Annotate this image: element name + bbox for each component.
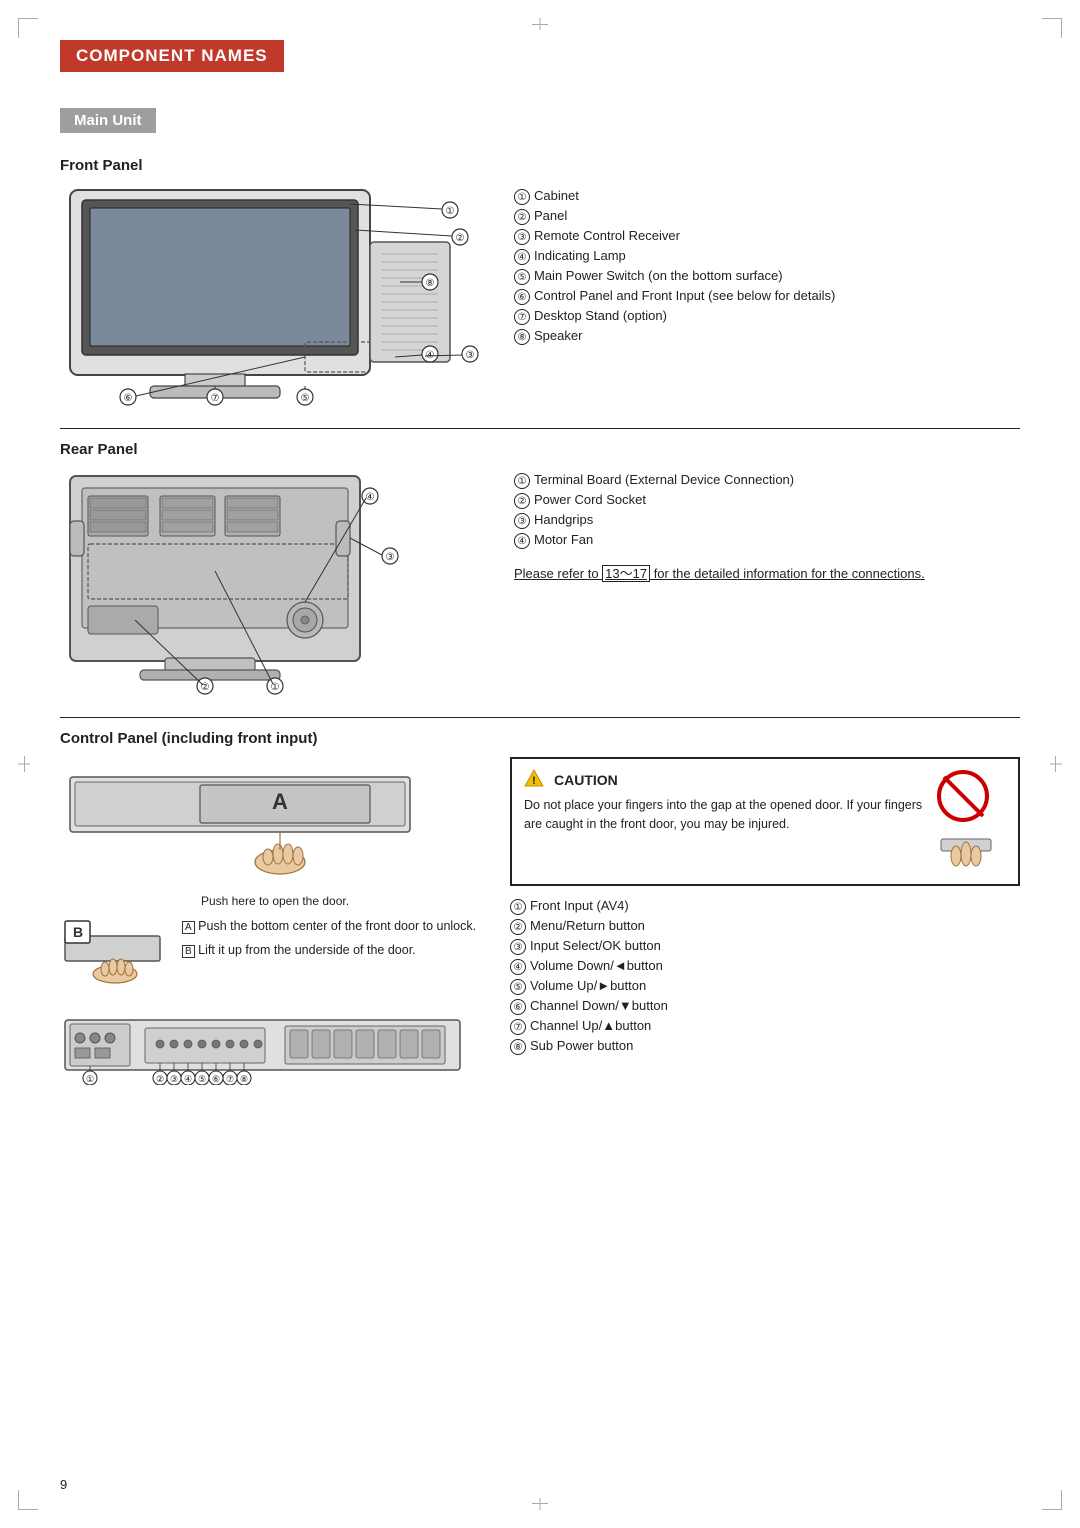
svg-text:④: ④ bbox=[184, 1074, 192, 1084]
crosshair-right-v bbox=[1055, 756, 1056, 772]
control-panel-two-col: A Push here to open the door. bbox=[60, 757, 1020, 1088]
prohibition-icon bbox=[936, 769, 1006, 874]
ctrl-item-4: ④Volume Down/◄button bbox=[510, 958, 1020, 975]
front-item-2: ②Panel bbox=[514, 208, 1020, 225]
control-panel-section: Control Panel (including front input) A bbox=[60, 730, 1020, 1088]
control-panel-list: ①Front Input (AV4) ②Menu/Return button ③… bbox=[510, 898, 1020, 1055]
control-panel-right: ! CAUTION Do not place your fingers into… bbox=[510, 757, 1020, 1088]
front-item-7: ⑦Desktop Stand (option) bbox=[514, 308, 1020, 325]
front-panel-svg: ① ② ⑧ ④ ③ ⑥ bbox=[60, 182, 480, 407]
component-names-banner: COMPONENT NAMES bbox=[60, 40, 284, 72]
front-item-8: ⑧Speaker bbox=[514, 328, 1020, 345]
svg-text:④: ④ bbox=[366, 492, 375, 503]
ctrl-item-2: ②Menu/Return button bbox=[510, 918, 1020, 935]
b-section: B A Push the bottom center of the front … bbox=[60, 916, 490, 996]
ctrl-item-7: ⑦Channel Up/▲button bbox=[510, 1018, 1020, 1035]
crosshair-bottom-h bbox=[532, 1503, 548, 1504]
rear-item-4: ④Motor Fan bbox=[514, 532, 1020, 549]
ctrl-item-5: ⑤Volume Up/►button bbox=[510, 978, 1020, 995]
svg-text:⑤: ⑤ bbox=[198, 1074, 206, 1084]
page-number: 9 bbox=[60, 1477, 67, 1492]
svg-text:③: ③ bbox=[466, 350, 475, 361]
corner-mark-br bbox=[1042, 1490, 1062, 1510]
front-panel-items: ①Cabinet ②Panel ③Remote Control Receiver… bbox=[514, 182, 1020, 410]
rear-panel-title: Rear Panel bbox=[60, 441, 1020, 458]
svg-text:⑧: ⑧ bbox=[426, 278, 435, 289]
crosshair-right-h bbox=[1050, 764, 1062, 765]
caution-title: ! CAUTION bbox=[524, 769, 926, 790]
corner-mark-bl bbox=[18, 1490, 38, 1510]
svg-text:③: ③ bbox=[170, 1074, 178, 1084]
crosshair-bottom-v bbox=[540, 1498, 541, 1510]
rear-panel-svg: ④ ③ ② ① bbox=[60, 466, 440, 696]
door-a-svg: A bbox=[60, 757, 470, 887]
divider-2 bbox=[60, 717, 1020, 718]
crosshair-left-v bbox=[24, 756, 25, 772]
svg-text:A: A bbox=[272, 789, 288, 814]
svg-text:①: ① bbox=[86, 1074, 94, 1084]
main-unit-banner: Main Unit bbox=[60, 108, 156, 133]
page: COMPONENT NAMES Main Unit Front Panel bbox=[0, 0, 1080, 1528]
door-instructions: A Push the bottom center of the front do… bbox=[182, 916, 476, 960]
svg-text:⑦: ⑦ bbox=[226, 1074, 234, 1084]
svg-text:②: ② bbox=[456, 233, 465, 244]
svg-text:⑤: ⑤ bbox=[301, 393, 310, 404]
bottom-panel-svg: ① ② ③ ④ ⑤ ⑥ ⑦ ⑧ bbox=[60, 1010, 470, 1085]
svg-text:⑧: ⑧ bbox=[240, 1074, 248, 1084]
control-panel-left: A Push here to open the door. bbox=[60, 757, 490, 1088]
corner-mark-tl bbox=[18, 18, 38, 38]
caution-triangle-icon: ! bbox=[524, 769, 544, 790]
rear-item-2: ②Power Cord Socket bbox=[514, 492, 1020, 509]
svg-text:B: B bbox=[73, 924, 83, 940]
rear-panel-diagram-area: ④ ③ ② ① bbox=[60, 466, 490, 699]
svg-text:①: ① bbox=[271, 682, 280, 693]
svg-text:⑥: ⑥ bbox=[212, 1074, 220, 1084]
push-door-text: Push here to open the door. bbox=[60, 894, 490, 908]
rear-panel-note: Please refer to 13～17 for the detailed i… bbox=[514, 563, 1020, 582]
front-panel-list: ①Cabinet ②Panel ③Remote Control Receiver… bbox=[514, 188, 1020, 345]
rear-panel-list: ①Terminal Board (External Device Connect… bbox=[514, 472, 1020, 549]
bottom-panel-area: ① ② ③ ④ ⑤ ⑥ ⑦ ⑧ bbox=[60, 1010, 490, 1088]
divider-1 bbox=[60, 428, 1020, 429]
front-item-6: ⑥Control Panel and Front Input (see belo… bbox=[514, 288, 1020, 305]
front-panel-diagram-area: ① ② ⑧ ④ ③ ⑥ bbox=[60, 182, 490, 410]
svg-text:!: ! bbox=[532, 775, 536, 787]
svg-text:⑥: ⑥ bbox=[124, 393, 133, 404]
rear-item-3: ③Handgrips bbox=[514, 512, 1020, 529]
rear-panel-section: ④ ③ ② ① ①Terminal Board (External Device… bbox=[60, 466, 1020, 699]
caution-text: Do not place your fingers into the gap a… bbox=[524, 796, 926, 834]
ctrl-item-6: ⑥Channel Down/▼button bbox=[510, 998, 1020, 1015]
front-panel-section: ① ② ⑧ ④ ③ ⑥ bbox=[60, 182, 1020, 410]
front-item-3: ③Remote Control Receiver bbox=[514, 228, 1020, 245]
svg-text:③: ③ bbox=[386, 552, 395, 563]
rear-panel-items: ①Terminal Board (External Device Connect… bbox=[514, 466, 1020, 699]
front-item-5: ⑤Main Power Switch (on the bottom surfac… bbox=[514, 268, 1020, 285]
corner-mark-tr bbox=[1042, 18, 1062, 38]
ctrl-item-1: ①Front Input (AV4) bbox=[510, 898, 1020, 915]
caution-box: ! CAUTION Do not place your fingers into… bbox=[510, 757, 1020, 886]
door-b-svg: B bbox=[60, 916, 170, 996]
front-item-4: ④Indicating Lamp bbox=[514, 248, 1020, 265]
svg-text:⑦: ⑦ bbox=[211, 393, 220, 404]
ctrl-item-3: ③Input Select/OK button bbox=[510, 938, 1020, 955]
ctrl-item-8: ⑧Sub Power button bbox=[510, 1038, 1020, 1055]
svg-text:①: ① bbox=[446, 206, 455, 217]
svg-text:②: ② bbox=[156, 1074, 164, 1084]
front-item-1: ①Cabinet bbox=[514, 188, 1020, 205]
crosshair-top-h bbox=[532, 24, 548, 25]
rear-item-1: ①Terminal Board (External Device Connect… bbox=[514, 472, 1020, 489]
control-panel-title: Control Panel (including front input) bbox=[60, 730, 1020, 747]
rear-panel-note-link: Please refer to 13～17 for the detailed i… bbox=[514, 565, 925, 582]
front-panel-title: Front Panel bbox=[60, 157, 1020, 174]
